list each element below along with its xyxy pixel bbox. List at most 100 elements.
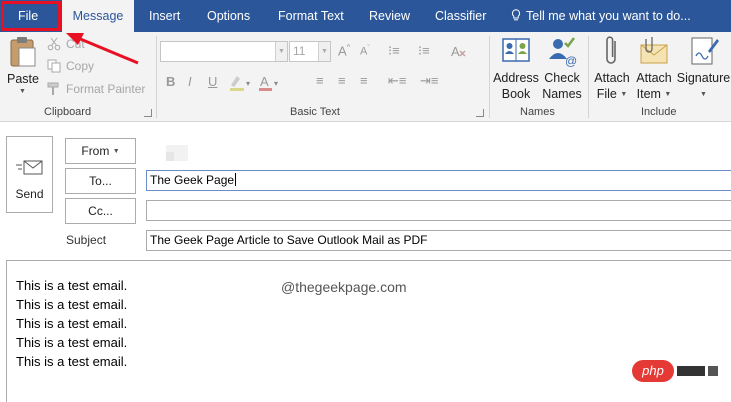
paperclip-icon [606,36,616,64]
outlook-compose-window: File Message Insert Options Format Text … [0,0,731,402]
shrink-font-icon[interactable]: Aˇ [360,45,370,58]
attach-item-label-line2: Item ▼ [636,87,672,101]
svg-text:A: A [260,74,269,89]
font-size-combo[interactable]: 11 ▼ [289,41,331,62]
check-names-label-line2: Names [542,87,582,101]
body-text-line: This is a test email. [16,335,128,350]
subject-label: Subject [66,233,107,247]
font-name-combo[interactable]: ▼ [160,41,288,62]
signature-icon [691,37,719,65]
tab-classifier[interactable]: Classifier [435,0,486,32]
logo-mark [677,366,705,376]
logo-mark [708,366,718,376]
signature-button[interactable]: Signature ▼ [676,35,731,103]
send-label: Send [15,187,44,201]
address-book-button[interactable]: Address Book [493,35,539,103]
tab-format-text[interactable]: Format Text [278,0,344,32]
from-button[interactable]: From ▼ [65,138,136,164]
chevron-down-icon: ▼ [664,91,672,98]
php-logo: php [632,360,674,382]
chevron-down-icon: ▼ [19,88,26,95]
lightbulb-icon [511,9,521,21]
dialog-launcher-icon[interactable] [144,109,152,117]
body-text-line: This is a test email. [16,297,128,312]
clipboard-icon [10,37,36,67]
chevron-down-icon: ▼ [112,148,120,155]
paste-label: Paste [7,72,39,86]
basic-text-group-label: Basic Text [290,106,340,118]
tab-message[interactable]: Message [62,0,134,32]
cc-field[interactable] [146,200,731,221]
text-cursor [235,173,237,186]
align-center-icon[interactable]: ≡ [338,73,346,88]
tab-review[interactable]: Review [369,0,410,32]
send-button[interactable]: Send [6,136,53,213]
attach-file-label-line1: Attach [594,71,630,85]
copy-icon [47,59,61,73]
chevron-down-icon: ▼ [275,42,287,61]
increase-indent-icon[interactable]: ⇥≡ [420,73,438,89]
check-names-button[interactable]: @ Check Names [539,35,585,103]
align-left-icon[interactable]: ≡ [316,73,324,88]
address-book-icon [502,38,530,62]
paste-button[interactable]: Paste ▼ [4,36,42,102]
font-size-value: 11 [293,44,306,58]
tab-options[interactable]: Options [207,0,250,32]
body-text-line: This is a test email. [16,316,128,331]
chevron-down-icon: ▼ [700,91,707,98]
ribbon-tab-bar: File Message Insert Options Format Text … [0,0,731,32]
underline-icon[interactable]: U [208,74,217,89]
include-group-label: Include [641,106,677,118]
bullets-icon[interactable]: ⁝≡ [388,43,400,59]
bold-icon[interactable]: B [166,74,175,89]
cc-button[interactable]: Cc... [65,198,136,224]
subject-field[interactable]: The Geek Page Article to Save Outlook Ma… [146,230,731,251]
cut-label: Cut [66,37,85,51]
to-button[interactable]: To... [65,168,136,194]
tab-insert[interactable]: Insert [149,0,180,32]
numbering-icon[interactable]: ⁝≡ [418,43,430,59]
to-field[interactable]: The Geek Page [146,170,731,191]
check-names-label-line1: Check [544,71,580,85]
body-text-line: This is a test email. [16,354,128,369]
address-book-label-line2: Book [501,87,531,101]
copy-button[interactable]: Copy [46,57,126,75]
svg-text:▾: ▾ [246,79,250,88]
svg-text:@: @ [565,54,577,67]
send-envelope-icon [16,160,43,175]
tell-me-label: Tell me what you want to do... [526,9,691,23]
attach-item-icon [640,37,668,64]
italic-icon[interactable]: I [188,74,192,89]
paintbrush-icon [47,82,59,95]
grow-font-icon[interactable]: A^ [338,43,350,58]
address-book-label-line1: Address [493,71,539,85]
svg-text:A: A [451,44,460,59]
highlight-icon[interactable]: ▾ [228,72,254,92]
group-divider [588,36,589,118]
names-group-label: Names [520,106,555,118]
watermark-text: @thegeekpage.com [281,279,407,295]
chevron-down-icon: ▼ [620,91,628,98]
copy-label: Copy [66,59,95,73]
dialog-launcher-icon[interactable] [476,109,484,117]
group-divider [156,36,157,118]
cut-button[interactable]: Cut [46,35,126,53]
chevron-down-icon: ▼ [318,42,330,61]
decrease-indent-icon[interactable]: ⇤≡ [388,73,406,89]
file-tab-highlight-box [1,1,61,31]
align-right-icon[interactable]: ≡ [360,73,368,88]
group-divider [489,36,490,118]
ribbon-message: Paste ▼ Cut Copy Format Painter Clipboar… [0,32,731,122]
format-painter-button[interactable]: Format Painter [46,80,150,98]
body-text-line: This is a test email. [16,278,128,293]
clear-formatting-icon[interactable]: A [448,41,468,61]
font-color-icon[interactable]: A ▾ [258,72,284,92]
from-address-redacted [166,152,174,161]
tell-me-search[interactable]: Tell me what you want to do... [511,0,691,32]
svg-text:▾: ▾ [274,79,278,88]
attach-item-label-line1: Attach [636,71,672,85]
attach-file-button[interactable]: Attach File ▼ [592,35,632,103]
format-painter-label: Format Painter [66,82,146,96]
check-names-icon: @ [549,37,577,67]
attach-item-button[interactable]: Attach Item ▼ [633,35,675,103]
